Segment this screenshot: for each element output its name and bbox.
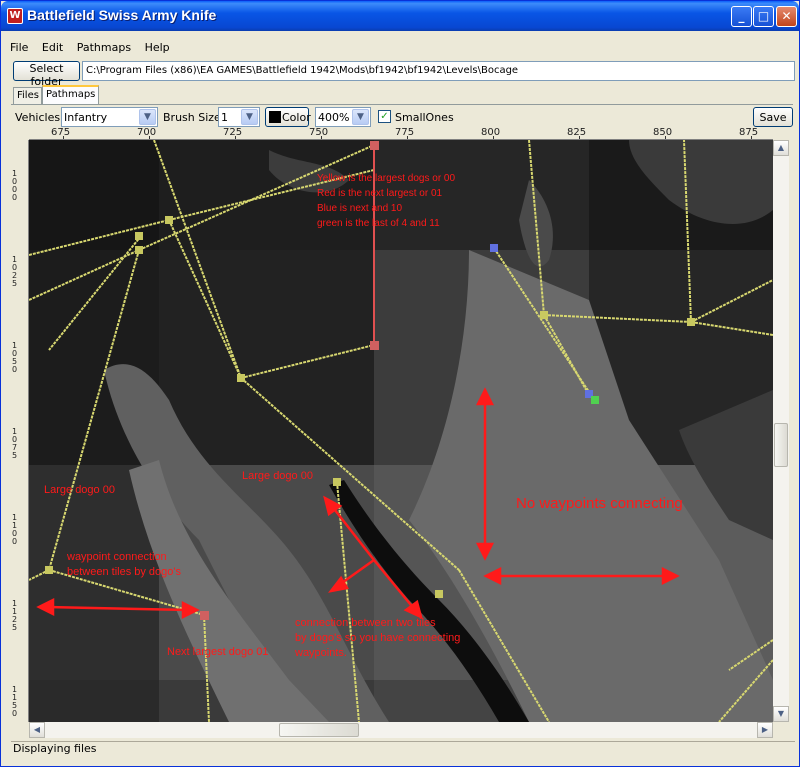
connection-two-tiles-annotation: connection between two tiles by dogo's s… bbox=[295, 617, 461, 659]
vehicles-value: Infantry bbox=[64, 111, 108, 124]
ruler-left-label: 1075 bbox=[12, 427, 18, 460]
ruler-top-label: 700 bbox=[137, 127, 157, 138]
legend-annotation: Yellow is the largest dogs or 00 Red is … bbox=[317, 173, 456, 229]
horizontal-scroll-thumb[interactable] bbox=[279, 723, 359, 737]
ruler-left-label: 1050 bbox=[12, 341, 18, 374]
scroll-up-icon[interactable]: ▲ bbox=[773, 140, 789, 156]
large-dogo-left-annotation: Large dogo 00 bbox=[44, 484, 115, 496]
zoom-select[interactable]: 400% ▼ bbox=[315, 107, 371, 127]
color-button[interactable]: Color bbox=[265, 107, 311, 127]
ruler-left: 1000 1025 1050 1075 1100 1125 1150 bbox=[11, 140, 29, 722]
ruler-left-label: 1150 bbox=[12, 685, 18, 718]
ruler-top-label: 875 bbox=[739, 127, 759, 138]
ruler-top-label: 750 bbox=[309, 127, 329, 138]
title-bar[interactable]: W Battlefield Swiss Army Knife _ □ ✕ bbox=[1, 1, 799, 31]
no-waypoints-annotation: No waypoints connecting bbox=[516, 495, 683, 512]
ruler-left-label: 1025 bbox=[12, 255, 18, 288]
menu-bar: File Edit Pathmaps Help bbox=[5, 39, 175, 57]
ruler-top-label: 825 bbox=[567, 127, 587, 138]
color-label: Color bbox=[282, 111, 311, 124]
save-button[interactable]: Save bbox=[753, 107, 793, 127]
smallones-checkbox[interactable]: ✓ bbox=[378, 110, 391, 123]
scroll-down-icon[interactable]: ▼ bbox=[773, 706, 789, 722]
large-dogo-center-annotation: Large dogo 00 bbox=[242, 470, 313, 482]
minimize-button[interactable]: _ bbox=[731, 6, 752, 27]
ruler-top-label: 800 bbox=[481, 127, 501, 138]
brush-size-value: 1 bbox=[221, 111, 228, 124]
menu-file[interactable]: File bbox=[5, 39, 33, 57]
select-folder-button[interactable]: Select folder bbox=[13, 61, 80, 88]
scroll-right-icon[interactable]: ▶ bbox=[757, 722, 773, 738]
brush-size-label: Brush Size bbox=[163, 111, 221, 124]
menu-pathmaps[interactable]: Pathmaps bbox=[72, 39, 136, 57]
pathmap-canvas[interactable]: Yellow is the largest dogs or 00 Red is … bbox=[29, 140, 773, 722]
vehicles-select[interactable]: Infantry ▼ bbox=[61, 107, 158, 127]
folder-path-field[interactable]: C:\Program Files (x86)\EA GAMES\Battlefi… bbox=[82, 61, 795, 81]
app-icon[interactable]: W bbox=[7, 8, 23, 24]
close-button[interactable]: ✕ bbox=[776, 6, 797, 27]
scroll-left-icon[interactable]: ◀ bbox=[29, 722, 45, 738]
ruler-top-label: 675 bbox=[51, 127, 71, 138]
ruler-left-label: 1000 bbox=[12, 169, 18, 202]
vehicles-label: Vehicles bbox=[15, 111, 61, 124]
chevron-down-icon[interactable]: ▼ bbox=[241, 109, 258, 125]
smallones-label: SmallOnes bbox=[395, 111, 454, 124]
tab-files[interactable]: Files bbox=[13, 87, 42, 104]
chevron-down-icon[interactable]: ▼ bbox=[352, 109, 369, 125]
color-swatch bbox=[269, 111, 281, 123]
vertical-scrollbar[interactable]: ▲ ▼ bbox=[773, 140, 789, 722]
brush-size-select[interactable]: 1 ▼ bbox=[218, 107, 260, 127]
ruler-left-label: 1100 bbox=[12, 513, 18, 546]
ruler-top-label: 850 bbox=[653, 127, 673, 138]
horizontal-scrollbar[interactable]: ◀ ▶ bbox=[29, 722, 773, 738]
ruler-top-label: 775 bbox=[395, 127, 415, 138]
menu-edit[interactable]: Edit bbox=[37, 39, 68, 57]
chevron-down-icon[interactable]: ▼ bbox=[139, 109, 156, 125]
status-bar: Displaying files bbox=[11, 741, 795, 757]
ruler-top: 675 700 725 750 775 800 825 850 875 bbox=[29, 127, 773, 140]
ruler-left-label: 1125 bbox=[12, 599, 18, 632]
ruler-top-label: 725 bbox=[223, 127, 243, 138]
waypoint-connection-annotation: waypoint connection between tiles by dog… bbox=[67, 551, 182, 578]
tab-pathmaps[interactable]: Pathmaps bbox=[42, 85, 99, 104]
vertical-scroll-thumb[interactable] bbox=[774, 423, 788, 467]
toolbar: Vehicles Infantry ▼ Brush Size 1 ▼ Color… bbox=[11, 104, 793, 127]
window-title: Battlefield Swiss Army Knife bbox=[27, 7, 217, 23]
app-window: W Battlefield Swiss Army Knife _ □ ✕ Fil… bbox=[0, 0, 800, 767]
folder-row: Select folder C:\Program Files (x86)\EA … bbox=[11, 61, 795, 88]
maximize-button[interactable]: □ bbox=[753, 6, 774, 27]
menu-help[interactable]: Help bbox=[140, 39, 175, 57]
next-largest-annotation: Next largest dogo 01 bbox=[167, 646, 269, 658]
zoom-value: 400% bbox=[318, 111, 350, 124]
